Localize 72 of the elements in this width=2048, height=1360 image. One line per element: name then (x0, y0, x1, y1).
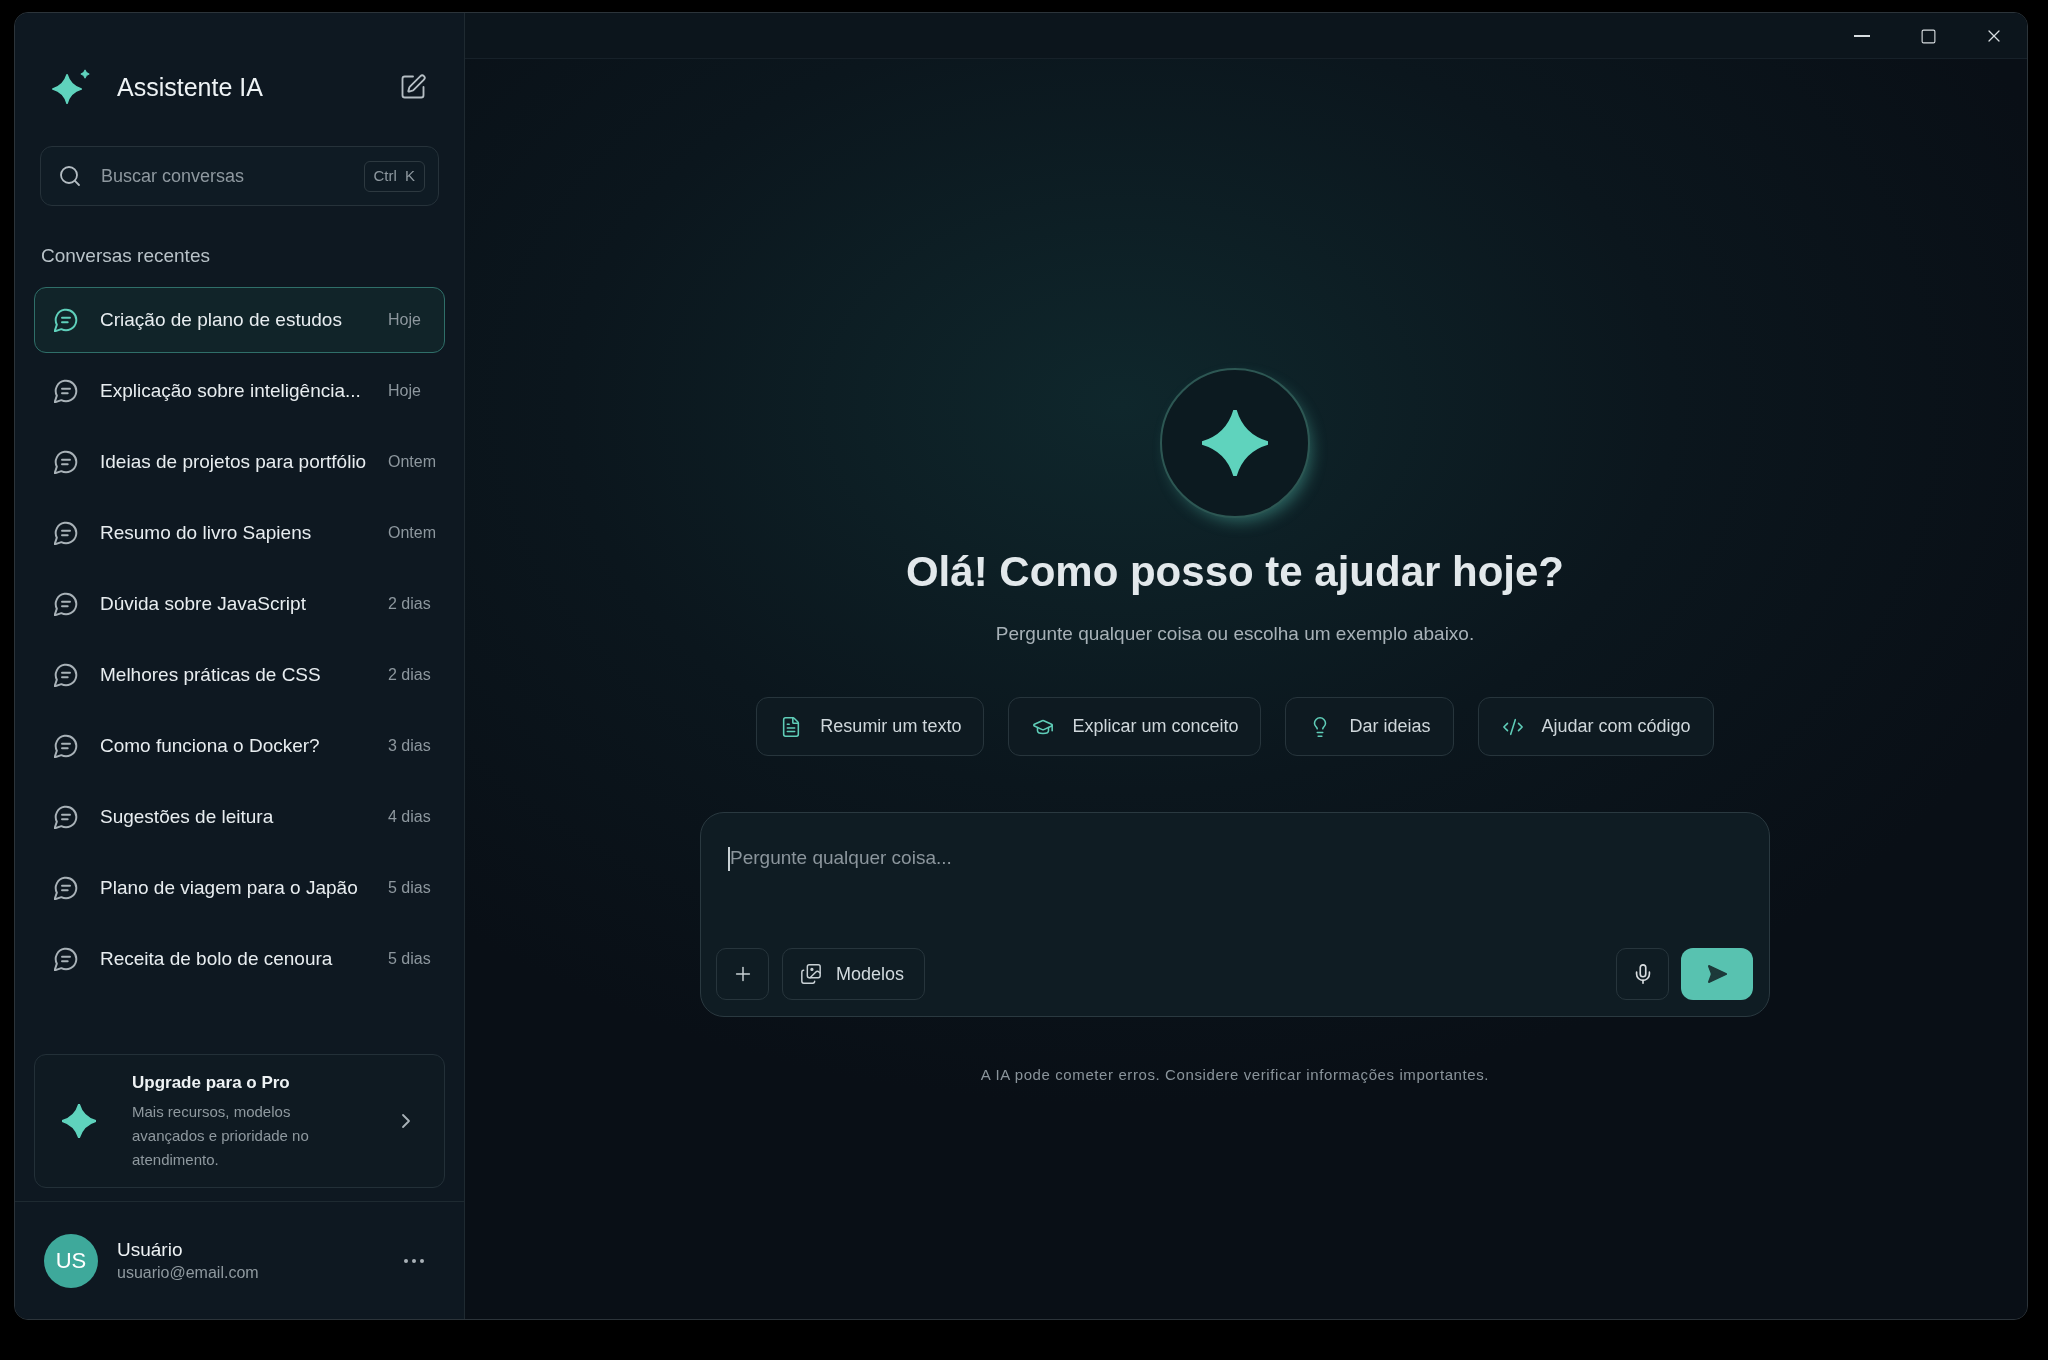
send-button[interactable] (1681, 948, 1753, 1000)
chat-bubble-icon (54, 592, 78, 616)
conversation-date: 2 dias (388, 594, 432, 614)
conversation-title: Receita de bolo de cenoura (100, 946, 334, 971)
chat-bubble-icon (54, 876, 78, 900)
conversation-item[interactable]: Explicação sobre inteligência... Hoje (34, 358, 445, 424)
text-cursor (728, 847, 730, 871)
chat-bubble-icon (54, 734, 78, 758)
maximize-icon (1919, 27, 1937, 45)
user-email: usuario@email.com (117, 1262, 259, 1283)
section-title: Conversas recentes (41, 244, 210, 268)
conversation-title: Dúvida sobre JavaScript (100, 591, 307, 616)
search-field[interactable]: Buscar conversas Ctrl K (40, 146, 439, 206)
chat-bubble-icon (54, 947, 78, 971)
conversation-title: Ideias de projetos para portfólio (100, 449, 368, 474)
conversation-item[interactable]: Receita de bolo de cenoura 5 dias (34, 926, 445, 992)
conversation-item[interactable]: Ideias de projetos para portfólio Ontem (34, 429, 445, 495)
conversation-title: Criação de plano de estudos (100, 307, 343, 332)
search-icon (58, 164, 82, 188)
minimize-icon (1854, 35, 1870, 37)
conversation-item[interactable]: Dúvida sobre JavaScript 2 dias (34, 571, 445, 637)
upgrade-description: Mais recursos, modelos avançados e prioridade no atendimento. (132, 1101, 310, 1170)
conversation-item[interactable]: Criação de plano de estudos Hoje (34, 287, 445, 353)
conversation-item[interactable]: Melhores práticas de CSS 2 dias (34, 642, 445, 708)
conversation-title: Plano de viagem para o Japão (100, 875, 359, 900)
user-name: Usuário (117, 1237, 184, 1262)
suggestion-button[interactable]: Dar ideias (1285, 697, 1454, 756)
search-input[interactable]: Buscar conversas (101, 162, 364, 190)
suggestion-button[interactable]: Explicar um conceito (1008, 697, 1262, 756)
conversation-title: Melhores práticas de CSS (100, 662, 322, 687)
conversation-title: Sugestões de leitura (100, 804, 275, 829)
conversation-title: Explicação sobre inteligência... (100, 378, 362, 403)
conversation-date: Hoje (388, 381, 422, 401)
conversation-date: 3 dias (388, 736, 432, 756)
keyboard-shortcut: Ctrl K (363, 160, 425, 192)
message-input[interactable]: Pergunte qualquer coisa... (730, 845, 1753, 873)
microphone-button[interactable] (1616, 948, 1669, 1000)
chat-bubble-icon (54, 450, 78, 474)
chat-bubble-icon (54, 663, 78, 687)
disclaimer-text: A IA pode cometer erros. Considere verificar informações importantes. (980, 1065, 1490, 1085)
chat-bubble-icon (54, 521, 78, 545)
conversation-date: 4 dias (388, 807, 432, 827)
upgrade-title: Upgrade para o Pro (132, 1071, 291, 1094)
app-title: Assistente IA (117, 72, 263, 102)
images-icon (800, 963, 822, 985)
sparkle-logo-icon (49, 68, 91, 106)
conversation-date: Hoje (388, 310, 422, 330)
upgrade-card[interactable]: Upgrade para o Pro Mais recursos, modelos avançados e prioridade no atendimento. (34, 1054, 445, 1188)
conversation-date: Ontem (388, 523, 437, 543)
conversation-item[interactable]: Resumo do livro Sapiens Ontem (34, 500, 445, 566)
conversation-date: 5 dias (388, 949, 432, 969)
conversation-title: Resumo do livro Sapiens (100, 520, 313, 545)
models-button[interactable]: Modelos (782, 948, 926, 1000)
welcome-heading: Olá! Como posso te ajudar hoje? (905, 547, 1565, 597)
conversation-date: Ontem (388, 452, 437, 472)
suggestion-button[interactable]: Ajudar com código (1477, 697, 1714, 756)
sparkle-icon (62, 1104, 96, 1138)
send-icon (1706, 963, 1728, 985)
conversation-title: Como funciona o Docker? (100, 733, 321, 758)
chat-bubble-icon (54, 379, 78, 403)
conversation-item[interactable]: Como funciona o Docker? 3 dias (34, 713, 445, 779)
suggestion-button[interactable]: Resumir um texto (756, 697, 985, 756)
conversation-date: 5 dias (388, 878, 432, 898)
conversation-item[interactable]: Plano de viagem para o Japão 5 dias (34, 855, 445, 921)
user-avatar: US (44, 1233, 98, 1288)
conversation-date: 2 dias (388, 665, 432, 685)
welcome-subtitle: Pergunte qualquer coisa ou escolha um exemplo abaixo. (995, 622, 1475, 646)
more-icon (404, 1258, 424, 1263)
chat-bubble-icon (54, 805, 78, 829)
edit-icon (399, 73, 427, 101)
chat-bubble-icon (54, 308, 78, 332)
conversation-item[interactable]: Sugestões de leitura 4 dias (34, 784, 445, 850)
